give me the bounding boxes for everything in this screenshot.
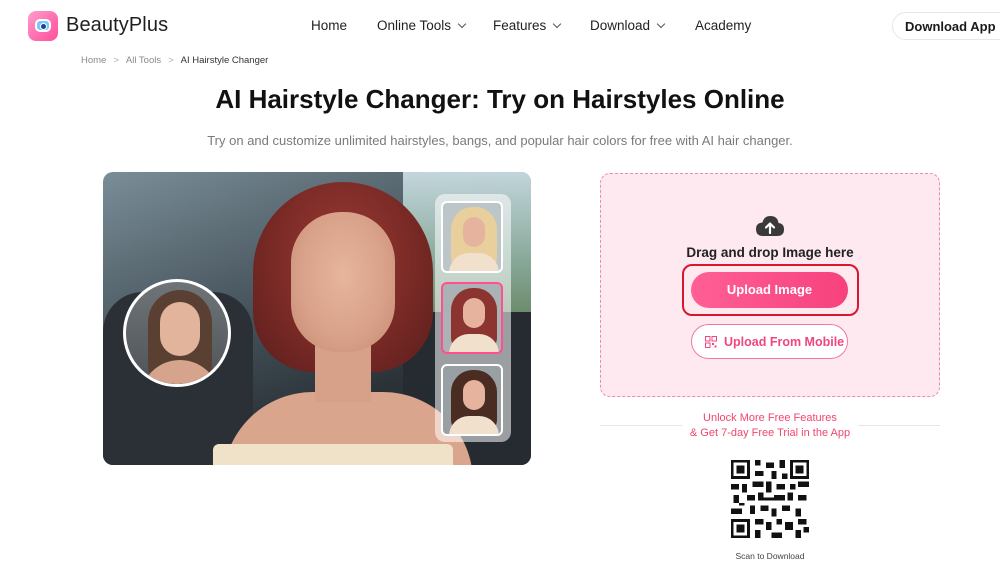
page-subtitle: Try on and customize unlimited hairstyle… xyxy=(207,133,793,148)
nav-item-online-tools[interactable]: Online Tools xyxy=(377,18,467,33)
nav-item-features[interactable]: Features xyxy=(493,18,562,33)
cloud-upload-icon xyxy=(756,216,784,236)
breadcrumb: Home > All Tools > AI Hairstyle Changer xyxy=(81,55,268,66)
chevron-down-icon xyxy=(553,19,562,29)
upload-from-mobile-button[interactable]: Upload From Mobile xyxy=(691,324,848,359)
nav-item-home[interactable]: Home xyxy=(311,18,347,33)
upload-from-mobile-label: Upload From Mobile xyxy=(724,335,845,349)
download-app-button[interactable]: Download App xyxy=(892,12,1000,40)
scan-to-download-text: Scan to Download xyxy=(735,551,805,561)
site-header: BeautyPlus Home Online Tools Features Do… xyxy=(0,0,1000,52)
breadcrumb-all-tools[interactable]: All Tools xyxy=(126,55,161,66)
hairstyle-thumbnail-auburn[interactable] xyxy=(441,282,503,354)
before-photo xyxy=(123,279,231,387)
chevron-down-icon xyxy=(457,19,467,29)
chevron-down-icon xyxy=(656,19,666,29)
drag-drop-text: Drag and drop Image here xyxy=(686,245,854,260)
breadcrumb-separator-icon: > xyxy=(168,55,174,66)
qr-code-icon xyxy=(705,336,717,348)
upload-image-button[interactable]: Upload Image xyxy=(691,272,848,308)
breadcrumb-separator-icon: > xyxy=(113,55,119,66)
beautyplus-logo-icon[interactable] xyxy=(28,11,58,41)
hero-image xyxy=(103,172,531,465)
page-title: AI Hairstyle Changer: Try on Hairstyles … xyxy=(215,84,785,114)
divider-right xyxy=(858,425,940,426)
divider-left xyxy=(600,425,682,426)
promo-line-2: & Get 7-day Free Trial in the App xyxy=(689,427,851,439)
brand-name[interactable]: BeautyPlus xyxy=(66,14,168,37)
breadcrumb-home[interactable]: Home xyxy=(81,55,106,66)
breadcrumb-current: AI Hairstyle Changer xyxy=(180,55,269,66)
model-face xyxy=(291,212,395,352)
download-qr-code xyxy=(731,460,809,538)
nav-item-academy[interactable]: Academy xyxy=(695,18,751,33)
promo-line-1: Unlock More Free Features xyxy=(703,412,837,424)
nav-item-download[interactable]: Download xyxy=(590,18,666,33)
hairstyle-thumbnail-blonde[interactable] xyxy=(441,201,503,273)
model-dress xyxy=(213,444,453,465)
hairstyle-thumbnail-brunette[interactable] xyxy=(441,364,503,436)
